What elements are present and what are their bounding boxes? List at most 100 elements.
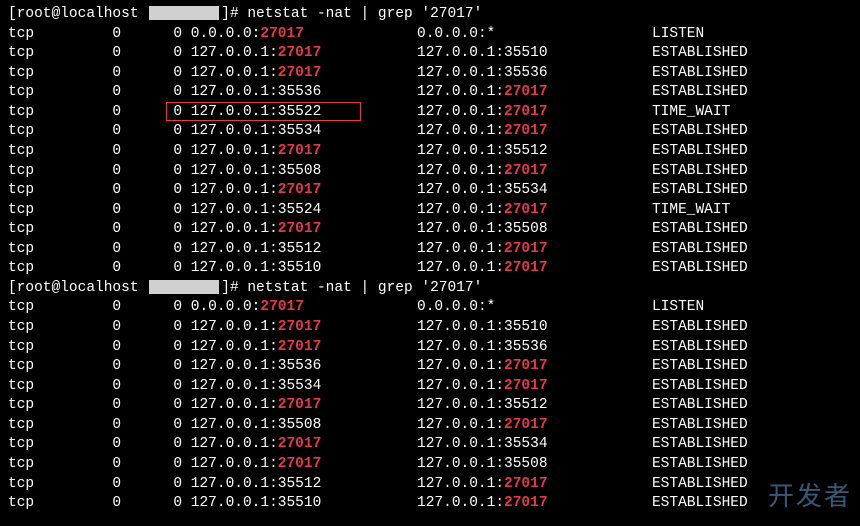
col-state: ESTABLISHED	[652, 143, 748, 159]
col-recvq: 0	[69, 299, 121, 315]
col-sendq: 0	[121, 104, 182, 120]
col-state: ESTABLISHED	[652, 436, 748, 452]
col-local-address: 127.0.0.1:35512	[191, 476, 417, 492]
col-proto: tcp	[8, 476, 69, 492]
local-port: 35508	[278, 163, 322, 179]
foreign-port: 35512	[504, 397, 548, 413]
col-recvq: 0	[69, 65, 121, 81]
col-local-address: 127.0.0.1:35534	[191, 123, 417, 139]
col-foreign-address: 127.0.0.1:27017	[417, 495, 652, 511]
netstat-row: tcp 0 0 127.0.0.1:35508 127.0.0.1:27017 …	[8, 162, 852, 182]
col-state: ESTABLISHED	[652, 241, 748, 257]
col-sendq: 0	[121, 299, 182, 315]
foreign-port-highlight: 27017	[504, 495, 548, 511]
foreign-port: 35536	[504, 65, 548, 81]
netstat-row: tcp 0 0 127.0.0.1:35508 127.0.0.1:27017 …	[8, 416, 852, 436]
col-proto: tcp	[8, 202, 69, 218]
col-state: ESTABLISHED	[652, 163, 748, 179]
col-recvq: 0	[69, 123, 121, 139]
col-foreign-address: 127.0.0.1:27017	[417, 260, 652, 276]
col-state: ESTABLISHED	[652, 358, 748, 374]
foreign-port: 35534	[504, 436, 548, 452]
col-foreign-address: 127.0.0.1:27017	[417, 163, 652, 179]
col-local-address: 127.0.0.1:35512	[191, 241, 417, 257]
col-sendq: 0	[121, 45, 182, 61]
local-port-highlight: 27017	[278, 65, 322, 81]
netstat-row: tcp 0 0 127.0.0.1:27017 127.0.0.1:35534 …	[8, 435, 852, 455]
col-proto: tcp	[8, 104, 69, 120]
foreign-port-highlight: 27017	[504, 260, 548, 276]
col-proto: tcp	[8, 319, 69, 335]
col-state: ESTABLISHED	[652, 182, 748, 198]
col-sendq: 0	[121, 260, 182, 276]
col-sendq: 0	[121, 476, 182, 492]
netstat-row: tcp 0 0 127.0.0.1:27017 127.0.0.1:35510 …	[8, 318, 852, 338]
col-recvq: 0	[69, 339, 121, 355]
col-proto: tcp	[8, 45, 69, 61]
col-recvq: 0	[69, 358, 121, 374]
col-proto: tcp	[8, 456, 69, 472]
foreign-port: 35508	[504, 221, 548, 237]
col-foreign-address: 0.0.0.0:*	[417, 299, 652, 315]
local-port-highlight: 27017	[278, 456, 322, 472]
foreign-port-highlight: 27017	[504, 163, 548, 179]
col-local-address: 127.0.0.1:27017	[191, 65, 417, 81]
local-port: 35534	[278, 123, 322, 139]
col-state: ESTABLISHED	[652, 65, 748, 81]
col-state: LISTEN	[652, 299, 704, 315]
col-state: ESTABLISHED	[652, 378, 748, 394]
netstat-row: tcp 0 0 0.0.0.0:27017 0.0.0.0:* LISTEN	[8, 298, 852, 318]
prompt-host: localhost	[60, 280, 138, 296]
netstat-row: tcp 0 0 127.0.0.1:35534 127.0.0.1:27017 …	[8, 122, 852, 142]
col-state: ESTABLISHED	[652, 319, 748, 335]
col-sendq: 0	[121, 84, 182, 100]
col-proto: tcp	[8, 417, 69, 433]
col-sendq: 0	[121, 397, 182, 413]
col-foreign-address: 127.0.0.1:27017	[417, 104, 652, 120]
netstat-row: tcp 0 0 127.0.0.1:35536 127.0.0.1:27017 …	[8, 357, 852, 377]
col-state: ESTABLISHED	[652, 397, 748, 413]
col-proto: tcp	[8, 84, 69, 100]
col-sendq: 0	[121, 495, 182, 511]
col-local-address: 127.0.0.1:35510	[191, 495, 417, 511]
col-recvq: 0	[69, 378, 121, 394]
col-proto: tcp	[8, 495, 69, 511]
col-foreign-address: 127.0.0.1:35536	[417, 65, 652, 81]
local-port-highlight: 27017	[260, 26, 304, 42]
col-foreign-address: 127.0.0.1:35512	[417, 397, 652, 413]
terminal-output[interactable]: [root@localhost ]# netstat -nat | grep '…	[8, 5, 852, 514]
local-port: 35534	[278, 378, 322, 394]
col-local-address: 127.0.0.1:35536	[191, 84, 417, 100]
col-local-address: 127.0.0.1:35536	[191, 358, 417, 374]
foreign-port: 35512	[504, 143, 548, 159]
local-port-highlight: 27017	[278, 221, 322, 237]
col-sendq: 0	[121, 319, 182, 335]
col-recvq: 0	[69, 476, 121, 492]
col-foreign-address: 127.0.0.1:35508	[417, 456, 652, 472]
prompt-host: localhost	[60, 6, 138, 22]
netstat-row: tcp 0 0 127.0.0.1:35536 127.0.0.1:27017 …	[8, 83, 852, 103]
local-port: 35536	[278, 84, 322, 100]
col-proto: tcp	[8, 260, 69, 276]
prompt-at: @	[52, 6, 61, 22]
col-local-address: 127.0.0.1:35508	[191, 163, 417, 179]
foreign-port-highlight: 27017	[504, 476, 548, 492]
col-foreign-address: 127.0.0.1:27017	[417, 358, 652, 374]
local-port: 35510	[278, 495, 322, 511]
col-state: ESTABLISHED	[652, 495, 748, 511]
col-state: ESTABLISHED	[652, 221, 748, 237]
shell-prompt[interactable]: [root@localhost ]# netstat -nat | grep '…	[8, 279, 852, 299]
col-proto: tcp	[8, 221, 69, 237]
col-proto: tcp	[8, 358, 69, 374]
redacted-region	[149, 6, 219, 20]
netstat-row: tcp 0 0 127.0.0.1:27017 127.0.0.1:35536 …	[8, 338, 852, 358]
foreign-port: 35536	[504, 339, 548, 355]
shell-prompt[interactable]: [root@localhost ]# netstat -nat | grep '…	[8, 5, 852, 25]
col-foreign-address: 127.0.0.1:35536	[417, 339, 652, 355]
col-sendq: 0	[121, 436, 182, 452]
col-foreign-address: 127.0.0.1:35510	[417, 319, 652, 335]
col-local-address: 127.0.0.1:27017	[191, 319, 417, 335]
foreign-port: *	[487, 299, 496, 315]
col-proto: tcp	[8, 339, 69, 355]
netstat-row: tcp 0 0 127.0.0.1:35534 127.0.0.1:27017 …	[8, 377, 852, 397]
